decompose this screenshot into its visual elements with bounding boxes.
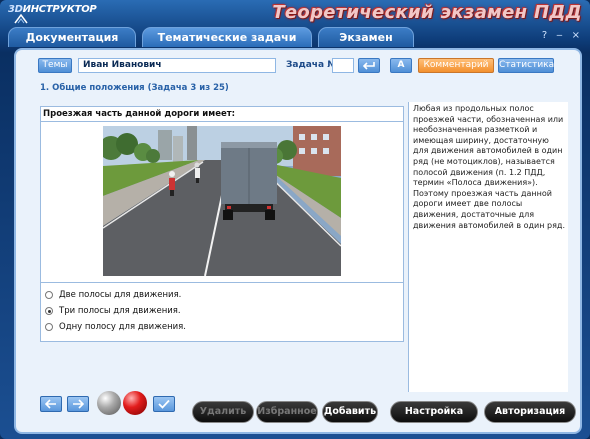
window-controls: ? ‒ × [542, 30, 580, 41]
checkmark-icon [158, 399, 170, 409]
answer-option[interactable]: Три полосы для движения. [45, 303, 186, 319]
student-name-field[interactable]: Иван Иванович [78, 58, 276, 73]
arrow-right-icon [73, 399, 85, 409]
tab-bar: Документация Тематические задачи Экзамен [6, 27, 546, 47]
minimize-button[interactable]: ‒ [556, 30, 562, 41]
tab-thematic-tasks[interactable]: Тематические задачи [142, 27, 312, 47]
statistics-button[interactable]: Статистика [498, 58, 554, 73]
explanation-panel: Любая из продольных полос проезжей части… [408, 102, 568, 392]
app-title: Теоретический экзамен ПДД [272, 2, 582, 23]
a-button[interactable]: A [390, 58, 412, 73]
themes-button[interactable]: Темы [38, 58, 72, 73]
divider [41, 282, 403, 283]
go-to-task-button[interactable] [358, 58, 380, 73]
logo-mark-icon [14, 14, 28, 24]
answer-label: Две полосы для движения. [59, 290, 182, 300]
forward-button[interactable] [67, 396, 89, 412]
main-panel: Темы Иван Иванович Задача № A Комментари… [14, 48, 582, 434]
question-box: Проезжая часть данной дороги имеет: Две … [40, 106, 404, 342]
tab-exam[interactable]: Экзамен [318, 27, 414, 47]
enter-arrow-icon [362, 62, 375, 70]
grey-indicator [97, 391, 121, 415]
add-button[interactable]: Добавить [322, 401, 378, 423]
radio-button[interactable] [45, 291, 53, 299]
answer-label: Одну полосу для движения. [59, 322, 186, 332]
favorites-button[interactable]: Избранное [256, 401, 318, 423]
top-toolbar: Темы Иван Иванович Задача № A Комментари… [38, 58, 558, 76]
check-button[interactable] [153, 396, 175, 412]
radio-button[interactable] [45, 307, 53, 315]
question-text: Проезжая часть данной дороги имеет: [43, 109, 236, 119]
radio-button[interactable] [45, 323, 53, 331]
back-button[interactable] [40, 396, 62, 412]
section-title: 1. Общие положения (Задача 3 из 25) [40, 83, 229, 93]
road-scene-image [103, 126, 341, 276]
explanation-text: Любая из продольных полос проезжей части… [413, 104, 565, 230]
answer-list: Две полосы для движения. Три полосы для … [45, 287, 186, 335]
delete-button[interactable]: Удалить [192, 401, 254, 423]
red-indicator [123, 391, 147, 415]
task-number-label: Задача № [286, 60, 339, 70]
divider [41, 121, 403, 122]
arrow-left-icon [44, 399, 56, 409]
authorization-button[interactable]: Авторизация [484, 401, 576, 423]
comments-button[interactable]: Комментарий [418, 58, 494, 73]
answer-option[interactable]: Одну полосу для движения. [45, 319, 186, 335]
settings-button[interactable]: Настройка [390, 401, 478, 423]
answer-option[interactable]: Две полосы для движения. [45, 287, 186, 303]
task-number-input[interactable] [332, 58, 354, 73]
answer-label: Три полосы для движения. [59, 306, 181, 316]
tab-documentation[interactable]: Документация [8, 27, 136, 47]
close-button[interactable]: × [572, 30, 580, 41]
